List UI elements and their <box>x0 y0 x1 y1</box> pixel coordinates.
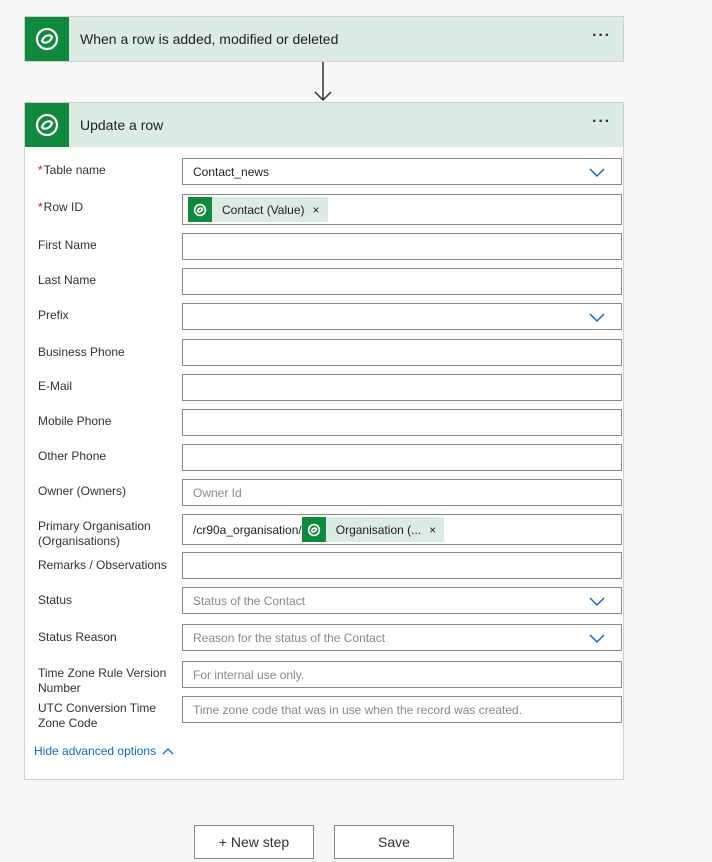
status-reason-dropdown[interactable]: Reason for the status of the Contact <box>182 624 622 651</box>
remarks-input[interactable] <box>182 552 622 579</box>
status-reason-label: Status Reason <box>38 630 117 644</box>
remove-chip-icon[interactable]: × <box>312 203 327 217</box>
last-name-input[interactable] <box>182 268 622 295</box>
other-phone-input[interactable] <box>182 444 622 471</box>
last-name-label: Last Name <box>38 273 97 287</box>
other-phone-label: Other Phone <box>38 449 107 463</box>
status-reason-row: Status Reason Reason for the status of t… <box>38 624 622 652</box>
email-input[interactable] <box>182 374 622 401</box>
chevron-down-icon <box>589 168 605 178</box>
dataverse-icon <box>25 17 69 61</box>
action-title: Update a row <box>80 117 164 133</box>
action-header[interactable]: Update a row ··· <box>25 103 623 147</box>
utc-conversion-label: UTC Conversion Time Zone Code <box>38 701 157 730</box>
email-label: E-Mail <box>38 379 73 393</box>
row-id-label: *Row ID <box>38 200 84 214</box>
table-name-label: *Table name <box>38 163 106 177</box>
prefix-label: Prefix <box>38 308 69 322</box>
business-phone-label: Business Phone <box>38 345 125 359</box>
business-phone-input[interactable] <box>182 339 622 366</box>
trigger-header[interactable]: When a row is added, modified or deleted… <box>25 17 623 61</box>
chevron-up-icon <box>162 748 174 755</box>
dynamic-content-chip[interactable]: Contact (Value) × <box>188 197 328 222</box>
first-name-row: First Name <box>38 233 622 261</box>
trigger-title: When a row is added, modified or deleted <box>80 31 339 47</box>
tz-rule-row: Time Zone Rule Version Number For interna… <box>38 661 622 695</box>
mobile-phone-row: Mobile Phone <box>38 409 622 437</box>
owner-label: Owner (Owners) <box>38 484 127 498</box>
prefix-dropdown[interactable] <box>182 303 622 330</box>
email-row: E-Mail <box>38 374 622 402</box>
chevron-down-icon <box>589 313 605 323</box>
status-row: Status Status of the Contact <box>38 587 622 615</box>
primary-organisation-input[interactable]: /cr90a_organisation/ Organisation (... × <box>182 514 622 545</box>
more-options-icon[interactable]: ··· <box>592 27 611 45</box>
chevron-down-icon <box>589 634 605 644</box>
status-dropdown[interactable]: Status of the Contact <box>182 587 622 614</box>
row-id-row: *Row ID Contact (Value) × <box>38 194 622 225</box>
save-button[interactable]: Save <box>334 825 454 859</box>
row-id-input[interactable]: Contact (Value) × <box>182 194 622 225</box>
table-name-dropdown[interactable]: Contact_news <box>182 158 622 185</box>
more-options-icon[interactable]: ··· <box>592 113 611 131</box>
primary-organisation-label: Primary Organisation (Organisations) <box>38 519 151 548</box>
trigger-card[interactable]: When a row is added, modified or deleted… <box>24 16 624 62</box>
update-row-card: Update a row ··· *Table name Contact_new… <box>24 102 624 780</box>
owner-input[interactable]: Owner Id <box>182 479 622 506</box>
first-name-input[interactable] <box>182 233 622 260</box>
last-name-row: Last Name <box>38 268 622 296</box>
tz-rule-input[interactable]: For internal use only. <box>182 661 622 688</box>
chevron-down-icon <box>589 597 605 607</box>
new-step-button[interactable]: + New step <box>194 825 314 859</box>
dynamic-content-chip[interactable]: Organisation (... × <box>301 517 445 542</box>
remarks-label: Remarks / Observations <box>38 558 167 572</box>
status-label: Status <box>38 593 73 607</box>
connector-arrow-icon <box>314 62 332 102</box>
first-name-label: First Name <box>38 238 97 252</box>
dataverse-icon <box>301 517 326 542</box>
other-phone-row: Other Phone <box>38 444 622 472</box>
remarks-row: Remarks / Observations <box>38 552 622 580</box>
table-name-row: *Table name Contact_news <box>38 158 622 187</box>
hide-advanced-options-link[interactable]: Hide advanced options <box>34 744 174 758</box>
dataverse-icon <box>25 103 69 147</box>
tz-rule-label: Time Zone Rule Version Number <box>38 666 167 695</box>
mobile-phone-label: Mobile Phone <box>38 414 112 428</box>
primary-organisation-row: Primary Organisation (Organisations) /cr9… <box>38 514 622 548</box>
dataverse-icon <box>188 197 212 222</box>
owner-row: Owner (Owners) Owner Id <box>38 479 622 507</box>
prefix-row: Prefix <box>38 303 622 331</box>
business-phone-row: Business Phone <box>38 339 622 367</box>
mobile-phone-input[interactable] <box>182 409 622 436</box>
utc-conversion-input[interactable]: Time zone code that was in use when the … <box>182 696 622 723</box>
remove-chip-icon[interactable]: × <box>429 523 444 537</box>
utc-conversion-row: UTC Conversion Time Zone Code Time zone c… <box>38 696 622 730</box>
